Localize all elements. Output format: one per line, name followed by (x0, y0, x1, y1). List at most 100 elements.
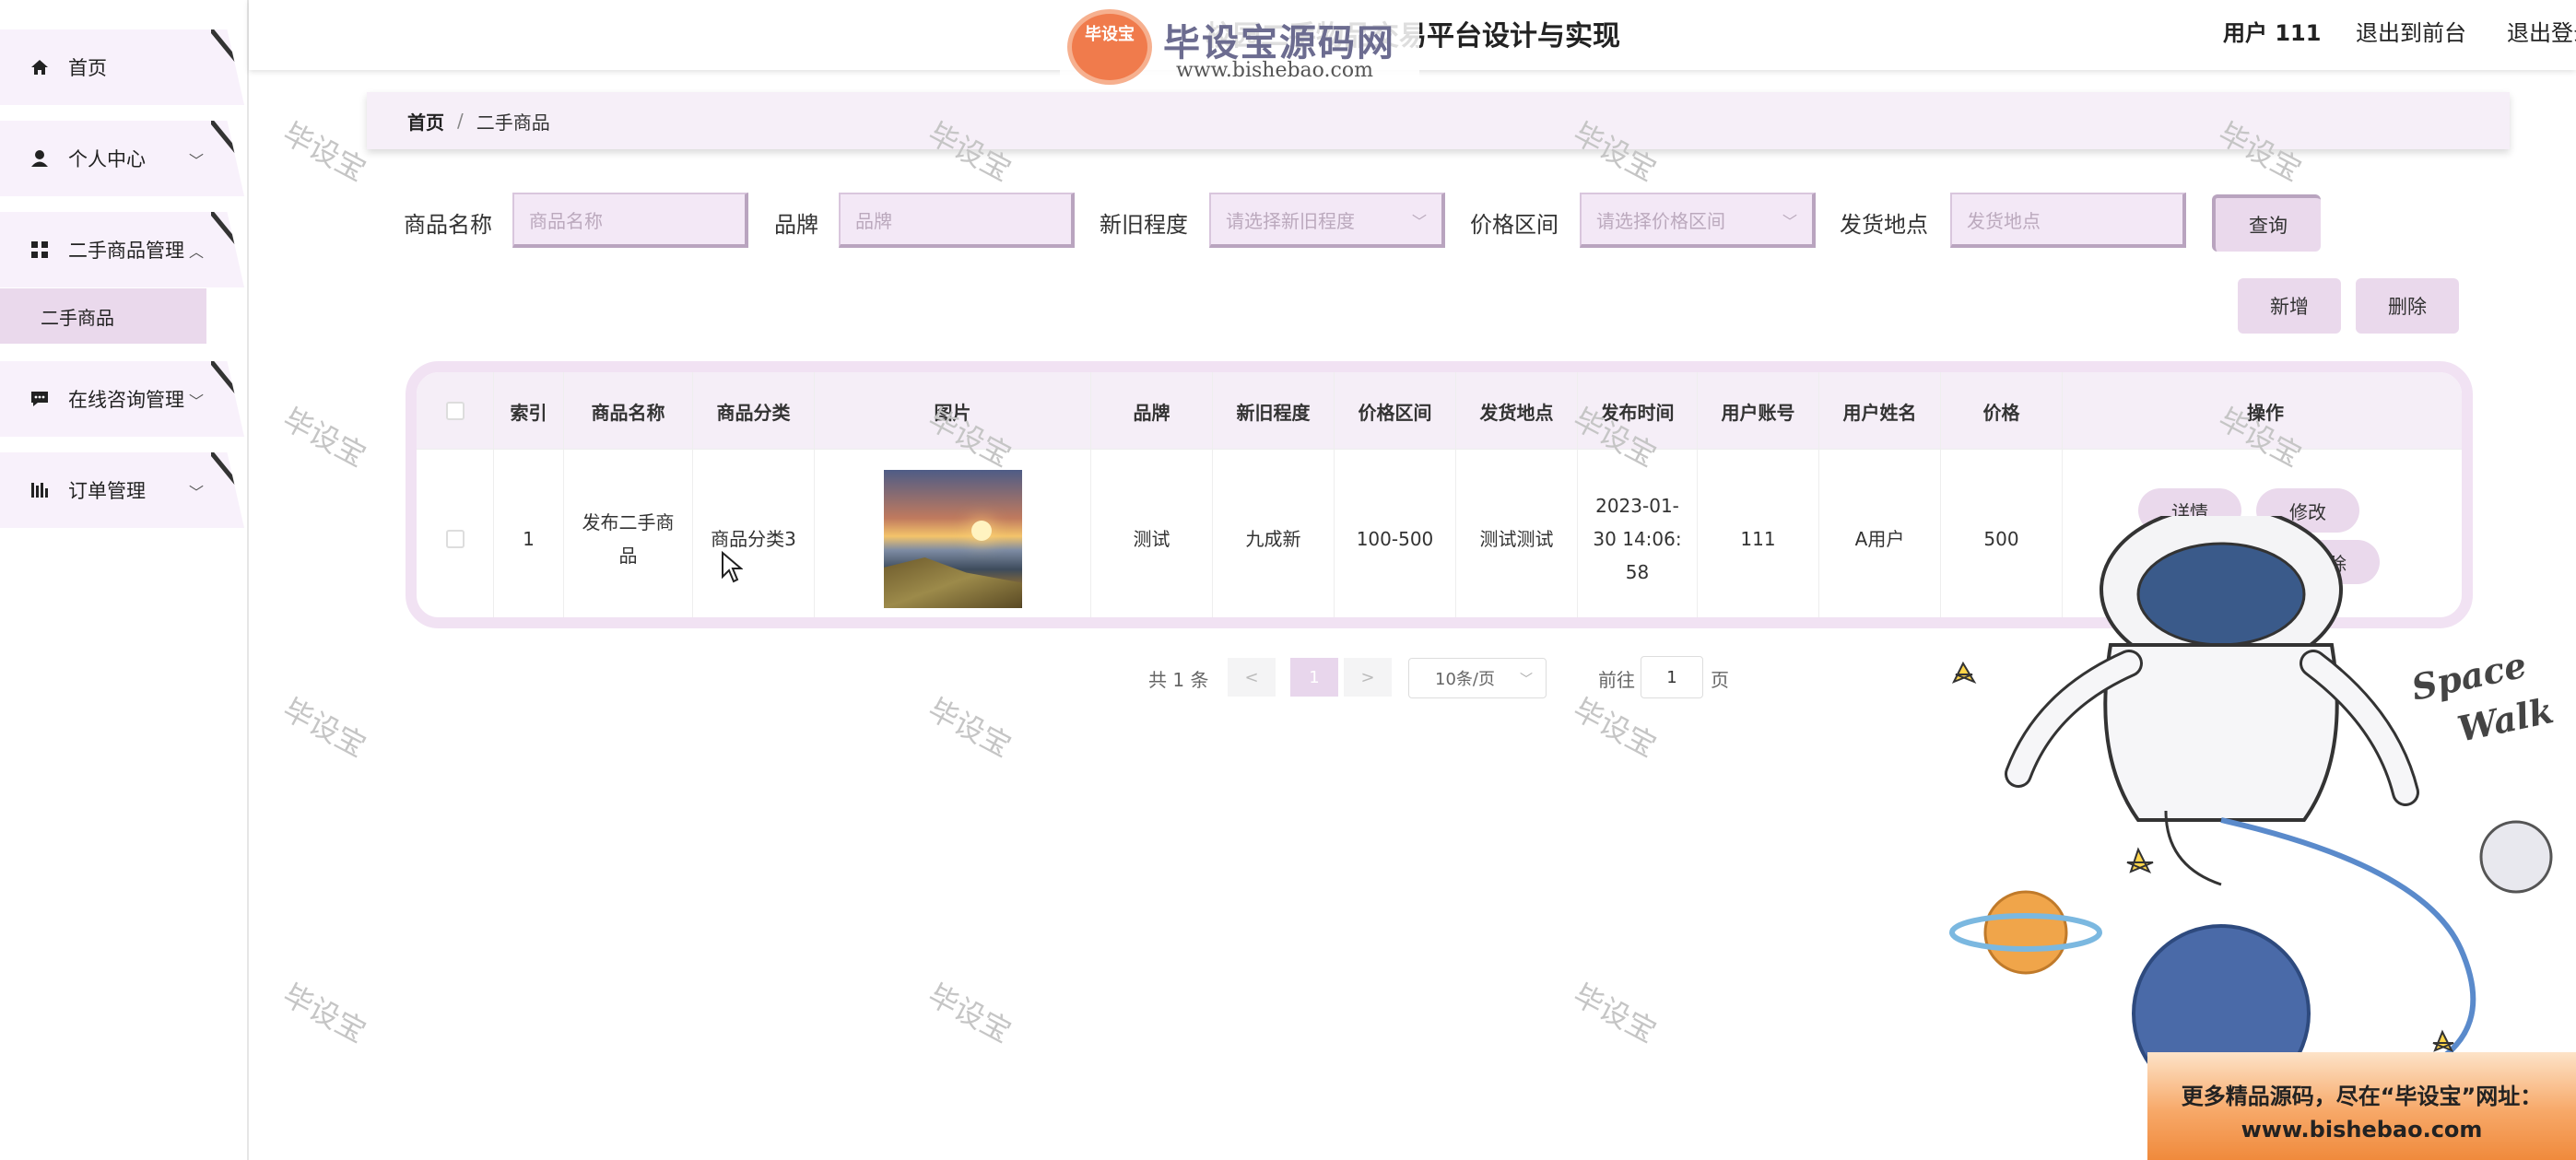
col-location: 发货地点 (1456, 372, 1578, 450)
cell-brand: 测试 (1091, 450, 1213, 617)
page-size-select[interactable]: 10条/页 ﹀ (1408, 658, 1547, 698)
sidebar-item-label: 个人中心 (68, 148, 146, 170)
goto-page-input[interactable]: 1 (1641, 656, 1703, 698)
row-checkbox-cell (417, 450, 494, 617)
sidebar-subitem-goods[interactable]: 二手商品 (0, 288, 206, 344)
logo-url: www.bishebao.com (1176, 59, 1373, 82)
menu-edge-decoration (211, 452, 244, 495)
menu-edge-decoration (211, 29, 244, 72)
chevron-down-icon: ﹀ (1520, 673, 1533, 687)
watermark-text: 毕设宝 (276, 691, 372, 765)
col-condition: 新旧程度 (1213, 372, 1335, 450)
watermark-text: 毕设宝 (1567, 691, 1663, 765)
grid-icon (29, 240, 50, 260)
cell-location: 测试测试 (1456, 450, 1578, 617)
location-input[interactable]: 发货地点 (1950, 193, 2186, 248)
ad-banner[interactable]: 更多精品源码，尽在“毕设宝”网址： www.bishebao.com (2147, 1052, 2576, 1160)
page-number-current[interactable]: 1 (1290, 658, 1338, 697)
user-name: 用户 111 (2223, 20, 2322, 46)
logo-watermark: 毕设宝 毕设宝源码网 www.bishebao.com (1060, 6, 1419, 90)
select-all-checkbox-cell (417, 372, 494, 450)
product-thumbnail[interactable] (883, 470, 1022, 608)
svg-text:Space: Space (2408, 644, 2531, 709)
row-checkbox[interactable] (445, 530, 465, 548)
col-account: 用户账号 (1698, 372, 1819, 450)
edit-button[interactable]: 修改 (2256, 488, 2359, 533)
page-size-value: 10条/页 (1435, 670, 1495, 689)
sidebar-item-goods-management[interactable]: 二手商品管理 ︿ (0, 212, 244, 287)
view-comments-button[interactable]: 查看评论 (2118, 540, 2256, 584)
price-select[interactable]: 请选择价格区间 ﹀ (1580, 193, 1816, 248)
location-label: 发货地点 (1840, 212, 1928, 238)
pagination-total: 共 1 条 (1148, 669, 1209, 691)
sidebar-item-profile[interactable]: 个人中心 ﹀ (0, 121, 244, 196)
price-label: 价格区间 (1470, 212, 1559, 238)
sidebar-item-home[interactable]: 首页 (0, 29, 244, 105)
cell-category: 商品分类3 (693, 450, 815, 617)
sidebar-item-consult-management[interactable]: 在线咨询管理 ﹀ (0, 361, 244, 437)
name-input[interactable]: 商品名称 (512, 193, 748, 248)
col-price: 价格 (1941, 372, 2063, 450)
chevron-down-icon: ﹀ (188, 393, 204, 410)
mouse-cursor-icon (722, 551, 743, 583)
brand-input[interactable]: 品牌 (839, 193, 1075, 248)
breadcrumb-home[interactable]: 首页 (407, 108, 444, 135)
watermark-text: 毕设宝 (276, 115, 372, 189)
sidebar: 首页 个人中心 ﹀ 二手商品管理 ︿ 二手商品 在线咨询管理 ﹀ 订单管理 ﹀ (0, 0, 249, 1160)
logo-badge: 毕设宝 (1067, 9, 1152, 85)
breadcrumb-current: 二手商品 (476, 111, 550, 134)
brand-label: 品牌 (774, 212, 818, 238)
add-button[interactable]: 新增 (2238, 278, 2341, 334)
goto-label: 前往 (1598, 669, 1635, 691)
goto-suffix: 页 (1711, 669, 1729, 691)
sidebar-item-label: 订单管理 (68, 480, 146, 502)
svg-text:Walk: Walk (2454, 689, 2558, 750)
breadcrumb-separator: / (457, 110, 464, 132)
col-name: 商品名称 (564, 372, 693, 450)
condition-select[interactable]: 请选择新旧程度 ﹀ (1209, 193, 1445, 248)
sidebar-item-order-management[interactable]: 订单管理 ﹀ (0, 452, 244, 528)
sidebar-item-label: 在线咨询管理 (68, 389, 184, 411)
col-brand: 品牌 (1091, 372, 1213, 450)
row-delete-button[interactable]: 删除 (2276, 540, 2380, 584)
query-button[interactable]: 查询 (2212, 194, 2321, 252)
col-username: 用户姓名 (1819, 372, 1941, 450)
sidebar-item-label: 二手商品管理 (68, 240, 184, 262)
prev-page-button[interactable]: < (1228, 658, 1276, 697)
select-all-checkbox[interactable] (445, 402, 465, 420)
cell-time: 2023-01-30 14:06:58 (1578, 450, 1698, 617)
chart-icon (29, 480, 50, 500)
next-page-button[interactable]: > (1344, 658, 1392, 697)
col-price-range: 价格区间 (1335, 372, 1456, 450)
watermark-text: 毕设宝 (1567, 977, 1663, 1050)
menu-edge-decoration (211, 212, 244, 254)
ad-line-1: 更多精品源码，尽在“毕设宝”网址： (2181, 1084, 2543, 1109)
delete-button[interactable]: 删除 (2356, 278, 2459, 334)
goods-table: 索引 商品名称 商品分类 图片 品牌 新旧程度 价格区间 发货地点 发布时间 用… (406, 361, 2473, 628)
chevron-down-icon: ﹀ (188, 484, 204, 501)
cell-index: 1 (494, 450, 564, 617)
detail-button[interactable]: 详情 (2138, 488, 2241, 533)
condition-select-placeholder: 请选择新旧程度 (1226, 209, 1355, 232)
breadcrumb: 首页 / 二手商品 (367, 92, 2510, 149)
cell-price-range: 100-500 (1335, 450, 1456, 617)
chevron-down-icon: ﹀ (1782, 213, 1797, 230)
thumbnail-cliff (883, 557, 1022, 608)
thumbnail-sun (970, 521, 992, 541)
menu-edge-decoration (211, 361, 244, 404)
watermark-text: 毕设宝 (276, 401, 372, 475)
chevron-down-icon: ﹀ (1411, 213, 1427, 230)
watermark-text: 毕设宝 (922, 691, 1017, 765)
back-to-front-link[interactable]: 退出到前台 (2356, 15, 2466, 47)
chevron-up-icon: ︿ (188, 243, 204, 261)
col-time: 发布时间 (1578, 372, 1698, 450)
home-icon (29, 57, 50, 77)
cell-account: 111 (1698, 450, 1819, 617)
col-index: 索引 (494, 372, 564, 450)
name-label: 商品名称 (404, 212, 492, 238)
logout-link[interactable]: 退出登录 (2507, 15, 2576, 47)
cell-condition: 九成新 (1213, 450, 1335, 617)
watermark-text: 毕设宝 (922, 977, 1017, 1050)
price-select-placeholder: 请选择价格区间 (1596, 209, 1725, 232)
cell-operations (2063, 450, 2462, 617)
